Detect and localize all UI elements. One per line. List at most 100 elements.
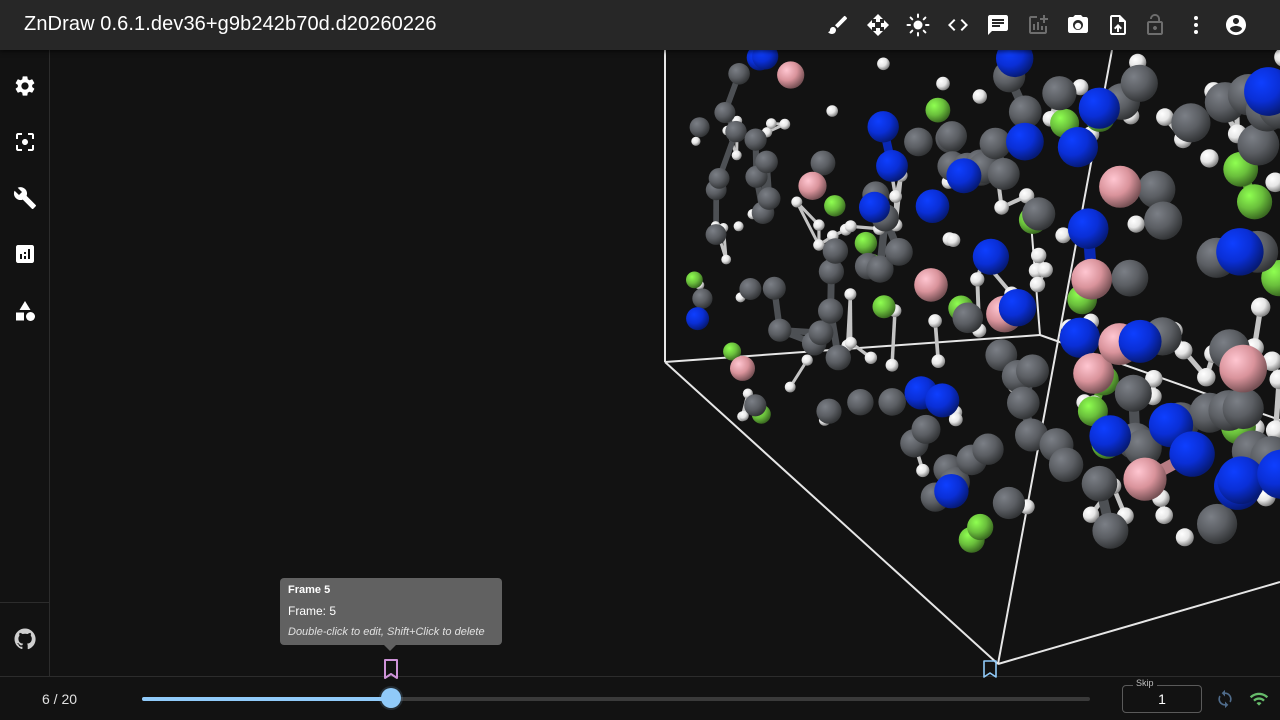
hydrogen-atom bbox=[779, 118, 791, 130]
hydrogen-atom bbox=[1127, 215, 1145, 233]
hydrogen-atom bbox=[864, 351, 878, 364]
carbon-atom bbox=[755, 150, 778, 174]
hydrogen-atom bbox=[844, 220, 857, 233]
hydrogen-atom bbox=[916, 463, 930, 478]
hydrogen-atom bbox=[784, 381, 796, 393]
carbon-atom bbox=[1222, 387, 1264, 430]
fluorine-atom bbox=[967, 513, 994, 541]
carbon-atom bbox=[1114, 374, 1152, 412]
hydrogen-atom bbox=[1029, 276, 1046, 293]
carbon-atom bbox=[972, 433, 1004, 465]
carbon-atom bbox=[825, 344, 851, 371]
center-focus-icon[interactable] bbox=[9, 126, 41, 158]
carbon-atom bbox=[1092, 512, 1129, 549]
hydrogen-atom bbox=[994, 200, 1009, 215]
code-icon[interactable] bbox=[942, 9, 974, 41]
carbon-atom bbox=[757, 187, 781, 210]
camera-icon[interactable] bbox=[1062, 9, 1094, 41]
hydrogen-atom bbox=[731, 150, 742, 161]
hydrogen-atom bbox=[928, 314, 942, 328]
nitrogen-atom bbox=[876, 150, 908, 182]
hydrogen-atom bbox=[733, 221, 744, 232]
skip-input[interactable] bbox=[1122, 686, 1202, 712]
nitrogen-atom bbox=[1057, 127, 1098, 168]
nitrogen-atom bbox=[1067, 208, 1109, 249]
boron-atom bbox=[1219, 344, 1267, 393]
hydrogen-atom bbox=[1175, 528, 1194, 547]
nitrogen-atom bbox=[1169, 431, 1215, 477]
account-icon[interactable] bbox=[1220, 9, 1252, 41]
geometry-shapes-icon[interactable] bbox=[9, 295, 41, 327]
carbon-atom bbox=[818, 298, 844, 324]
hydrogen-atom bbox=[826, 105, 838, 117]
hydrogen-atom bbox=[801, 354, 813, 366]
carbon-atom bbox=[705, 224, 727, 245]
carbon-atom bbox=[1197, 503, 1238, 545]
carbon-atom bbox=[1042, 76, 1077, 111]
hydrogen-atom bbox=[970, 272, 985, 287]
carbon-atom bbox=[689, 117, 710, 138]
boron-atom bbox=[1123, 457, 1167, 501]
carbon-atom bbox=[878, 388, 906, 416]
carbon-atom bbox=[1111, 259, 1149, 297]
hydrogen-atom bbox=[1155, 506, 1173, 525]
player-bar: 6 / 20 Skip bbox=[0, 676, 1280, 720]
molecule-scene[interactable] bbox=[50, 50, 1280, 676]
fluorine-atom bbox=[872, 295, 896, 319]
analytics-icon[interactable] bbox=[9, 238, 41, 270]
carbon-atom bbox=[1022, 197, 1056, 231]
frame-counter: 6 / 20 bbox=[42, 691, 78, 707]
hydrogen-atom bbox=[721, 254, 732, 265]
more-vert-icon[interactable] bbox=[1180, 9, 1212, 41]
github-icon[interactable] bbox=[9, 623, 41, 655]
hydrogen-atom bbox=[1269, 369, 1280, 390]
sidebar-divider bbox=[0, 602, 49, 603]
app-bar: ZnDraw 0.6.1.dev36+g9b242b70d.d20260226 bbox=[0, 0, 1280, 50]
carbon-atom bbox=[762, 276, 786, 300]
bookmark-icon[interactable] bbox=[981, 659, 999, 681]
atoms-layer bbox=[686, 50, 1280, 553]
fluorine-atom bbox=[854, 231, 878, 255]
carbon-atom bbox=[987, 158, 1020, 190]
carbon-atom bbox=[1081, 465, 1118, 502]
nitrogen-atom bbox=[1216, 228, 1264, 276]
connection-wifi-icon bbox=[1249, 692, 1269, 706]
carbon-atom bbox=[911, 414, 941, 444]
nitrogen-atom bbox=[1217, 456, 1265, 505]
move-icon[interactable] bbox=[862, 9, 894, 41]
carbon-atom bbox=[725, 120, 747, 143]
fluorine-atom bbox=[686, 271, 703, 289]
fluorine-atom bbox=[824, 195, 846, 217]
sync-icon[interactable] bbox=[1215, 689, 1235, 709]
tooltip-frame: Frame: 5 bbox=[288, 604, 337, 618]
nitrogen-atom bbox=[1118, 319, 1162, 363]
frame-slider-thumb[interactable] bbox=[381, 688, 401, 708]
3d-viewport[interactable] bbox=[50, 50, 1280, 676]
sidebar bbox=[0, 50, 50, 676]
hydrogen-atom bbox=[877, 57, 890, 71]
carbon-atom bbox=[708, 168, 730, 189]
chat-icon[interactable] bbox=[982, 9, 1014, 41]
nitrogen-atom bbox=[934, 474, 969, 509]
hydrogen-atom bbox=[766, 118, 777, 129]
nitrogen-atom bbox=[859, 191, 890, 223]
bookmark-icon[interactable] bbox=[382, 658, 400, 680]
fluorine-atom bbox=[925, 97, 951, 123]
carbon-atom bbox=[822, 238, 849, 264]
brightness-icon[interactable] bbox=[902, 9, 934, 41]
hydrogen-atom bbox=[691, 136, 701, 146]
boron-atom bbox=[730, 355, 755, 381]
settings-icon[interactable] bbox=[9, 70, 41, 102]
carbon-atom bbox=[739, 278, 762, 300]
build-icon[interactable] bbox=[9, 182, 41, 214]
carbon-atom bbox=[1007, 386, 1040, 420]
carbon-atom bbox=[937, 121, 967, 152]
hydrogen-atom bbox=[1037, 262, 1053, 278]
upload-file-icon[interactable] bbox=[1102, 9, 1134, 41]
carbon-atom bbox=[1144, 201, 1183, 240]
hydrogen-atom bbox=[936, 76, 950, 91]
boron-atom bbox=[1071, 258, 1113, 300]
lock-icon bbox=[1139, 9, 1171, 41]
carbon-atom bbox=[744, 128, 767, 151]
brush-icon[interactable] bbox=[822, 9, 854, 41]
